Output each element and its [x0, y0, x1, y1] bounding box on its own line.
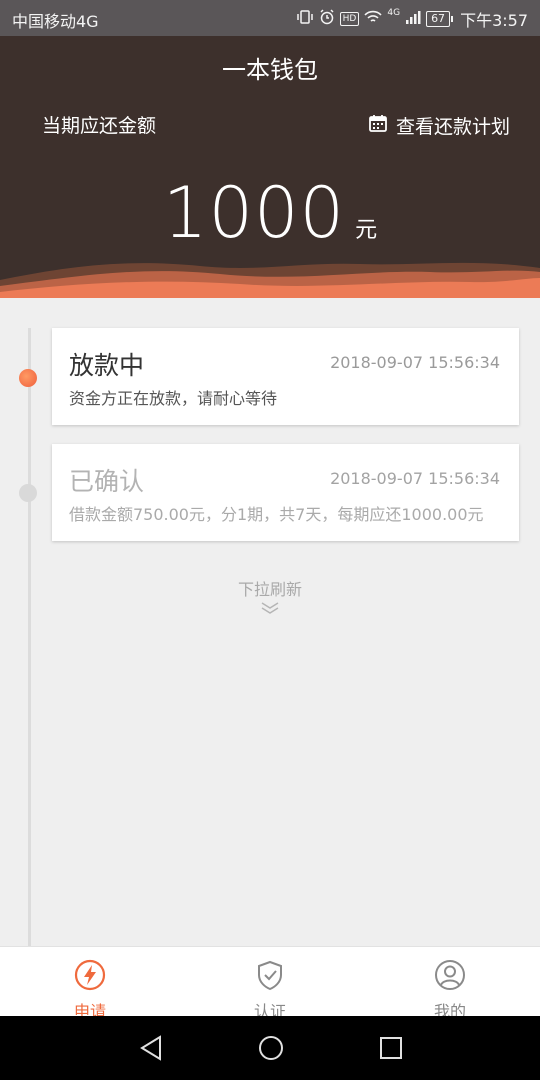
- back-icon[interactable]: [138, 1034, 164, 1066]
- wifi-icon: [364, 10, 382, 28]
- tab-mine[interactable]: 我的: [360, 947, 540, 1021]
- system-nav-bar: [0, 1016, 540, 1080]
- pull-to-refresh-hint: 下拉刷新: [237, 580, 302, 599]
- double-chevron-down-icon: [259, 600, 281, 619]
- lightning-icon: [74, 959, 106, 995]
- shield-check-icon: [254, 959, 286, 995]
- timeline-card-confirmed: 已确认 2018-09-07 15:56:34 借款金额750.00元，分1期，…: [52, 444, 519, 541]
- alarm-icon: [319, 9, 335, 29]
- timeline-card-title: 已确认: [69, 467, 145, 496]
- status-clock: 下午3:57: [460, 11, 528, 30]
- due-amount: 1000 元: [0, 172, 540, 254]
- user-icon: [434, 959, 466, 995]
- battery-indicator: 67: [426, 11, 454, 27]
- timeline-card-time: 2018-09-07 15:56:34: [330, 353, 500, 372]
- app-title: 一本钱包: [222, 56, 318, 84]
- status-icons-group: HD 4G 67 下午3:57: [296, 7, 528, 31]
- calendar-icon: [368, 113, 388, 138]
- signal-icon: [405, 10, 421, 28]
- header-wave-decoration: [0, 262, 540, 298]
- timeline-line: [28, 328, 31, 948]
- timeline-dot-inactive: [19, 484, 37, 502]
- hd-badge: HD: [339, 12, 360, 26]
- carrier-label: 中国移动4G: [12, 12, 99, 31]
- timeline-card-desc: 资金方正在放款，请耐心等待: [69, 389, 278, 408]
- timeline-dot-active: [19, 369, 37, 387]
- due-amount-value: 1000: [162, 172, 346, 254]
- view-repayment-plan-label: 查看还款计划: [395, 116, 510, 138]
- timeline-card-title: 放款中: [69, 351, 145, 380]
- view-repayment-plan-link[interactable]: 查看还款计划: [368, 112, 510, 139]
- timeline-card-time: 2018-09-07 15:56:34: [330, 469, 500, 488]
- due-amount-unit: 元: [355, 218, 378, 243]
- vibrate-icon: [296, 9, 314, 29]
- timeline-card-disbursing: 放款中 2018-09-07 15:56:34 资金方正在放款，请耐心等待: [52, 328, 519, 425]
- network-type-label: 4G: [387, 8, 401, 18]
- recents-icon[interactable]: [378, 1034, 404, 1066]
- tab-apply[interactable]: 申请: [0, 947, 180, 1021]
- due-amount-label: 当期应还金额: [42, 115, 157, 137]
- status-bar: 中国移动4G HD 4G 67 下午3:57: [0, 0, 540, 36]
- bottom-tab-bar: 申请 认证 我的: [0, 946, 540, 1021]
- timeline-card-desc: 借款金额750.00元，分1期，共7天，每期应还1000.00元: [69, 505, 484, 524]
- tab-verify[interactable]: 认证: [180, 947, 360, 1021]
- home-icon[interactable]: [257, 1034, 285, 1066]
- repayment-header: 一本钱包 当期应还金额 查看还款计划 1000 元: [0, 36, 540, 298]
